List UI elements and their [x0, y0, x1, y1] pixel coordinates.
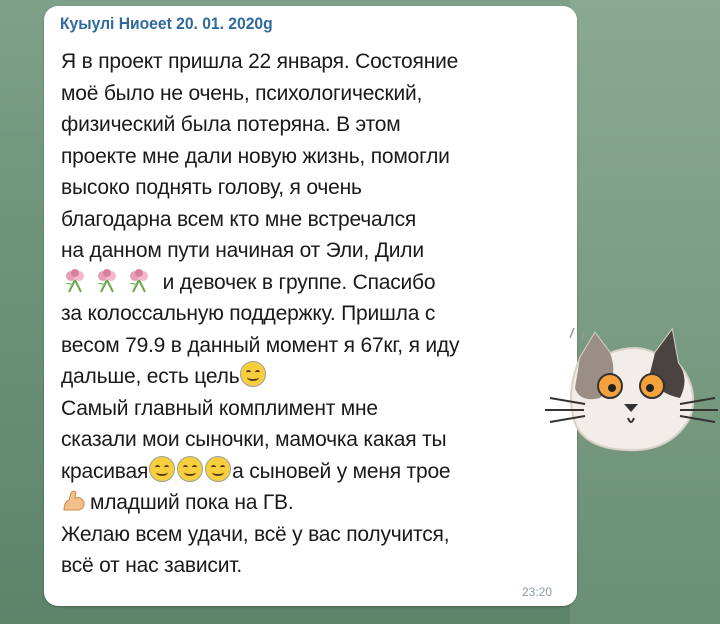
- smiling-face-icon: [177, 455, 204, 482]
- message-header: Куыулі Ниоеet 20. 01. 2020g: [60, 14, 273, 33]
- message-line: физический была потеряна. В этом: [61, 113, 401, 136]
- smiling-face-icon: [240, 361, 267, 387]
- message-line: Самый главный комплимент мне: [61, 396, 378, 420]
- message-line: и девочек в группе. Спасибо: [162, 270, 436, 294]
- rose-bouquet-icon: [65, 268, 84, 292]
- message-line: а сыновей у меня трое: [232, 459, 451, 483]
- message-line-arm: младший пока на ГВ.: [61, 487, 561, 519]
- message-line: красивая: [61, 459, 149, 483]
- message-line: благодарна всем кто мне встречался: [61, 207, 417, 231]
- message-line: всё от нас зависит.: [61, 554, 242, 577]
- chat-background: [570, 0, 720, 624]
- message-line: проекте мне дали новую жизнь, помогли: [61, 144, 450, 168]
- message-line: дальше, есть цель: [61, 365, 240, 388]
- message-line-goal: дальше, есть цель: [61, 361, 561, 393]
- message-line: высоко поднять голову, я очень: [61, 176, 362, 199]
- message-line: весом 79.9 в данный момент я 67кг, я иду: [61, 333, 460, 357]
- message-text[interactable]: Я в проект пришла 22 января. Состояние м…: [61, 46, 561, 582]
- message-line: сказали мои сыночки, мамочка какая ты: [61, 428, 447, 451]
- message-line: Я в проект пришла 22 января. Состояние: [61, 50, 459, 73]
- message-line: младший пока на ГВ.: [90, 491, 294, 514]
- smiling-face-icon: [205, 455, 232, 482]
- rose-bouquet-icon: [97, 268, 116, 292]
- message-line-flowers: и девочек в группе. Спасибо: [61, 267, 561, 299]
- message-line: Желаю всем удачи, всё у вас получится,: [61, 522, 450, 546]
- message-line: за колоссальную поддержку. Пришла с: [61, 302, 436, 325]
- message-line-beautiful: красивая а сыновей у меня трое: [61, 455, 561, 488]
- cat-sticker[interactable]: [540, 318, 720, 458]
- rose-bouquet-icon: [129, 268, 148, 292]
- flexed-biceps-icon: [63, 490, 85, 511]
- message-time: 23:20: [522, 585, 553, 599]
- message-line: на данном пути начиная от Эли, Дили: [61, 239, 424, 262]
- message-line: моё было не очень, психологический,: [61, 81, 423, 105]
- smiling-face-icon: [149, 455, 176, 482]
